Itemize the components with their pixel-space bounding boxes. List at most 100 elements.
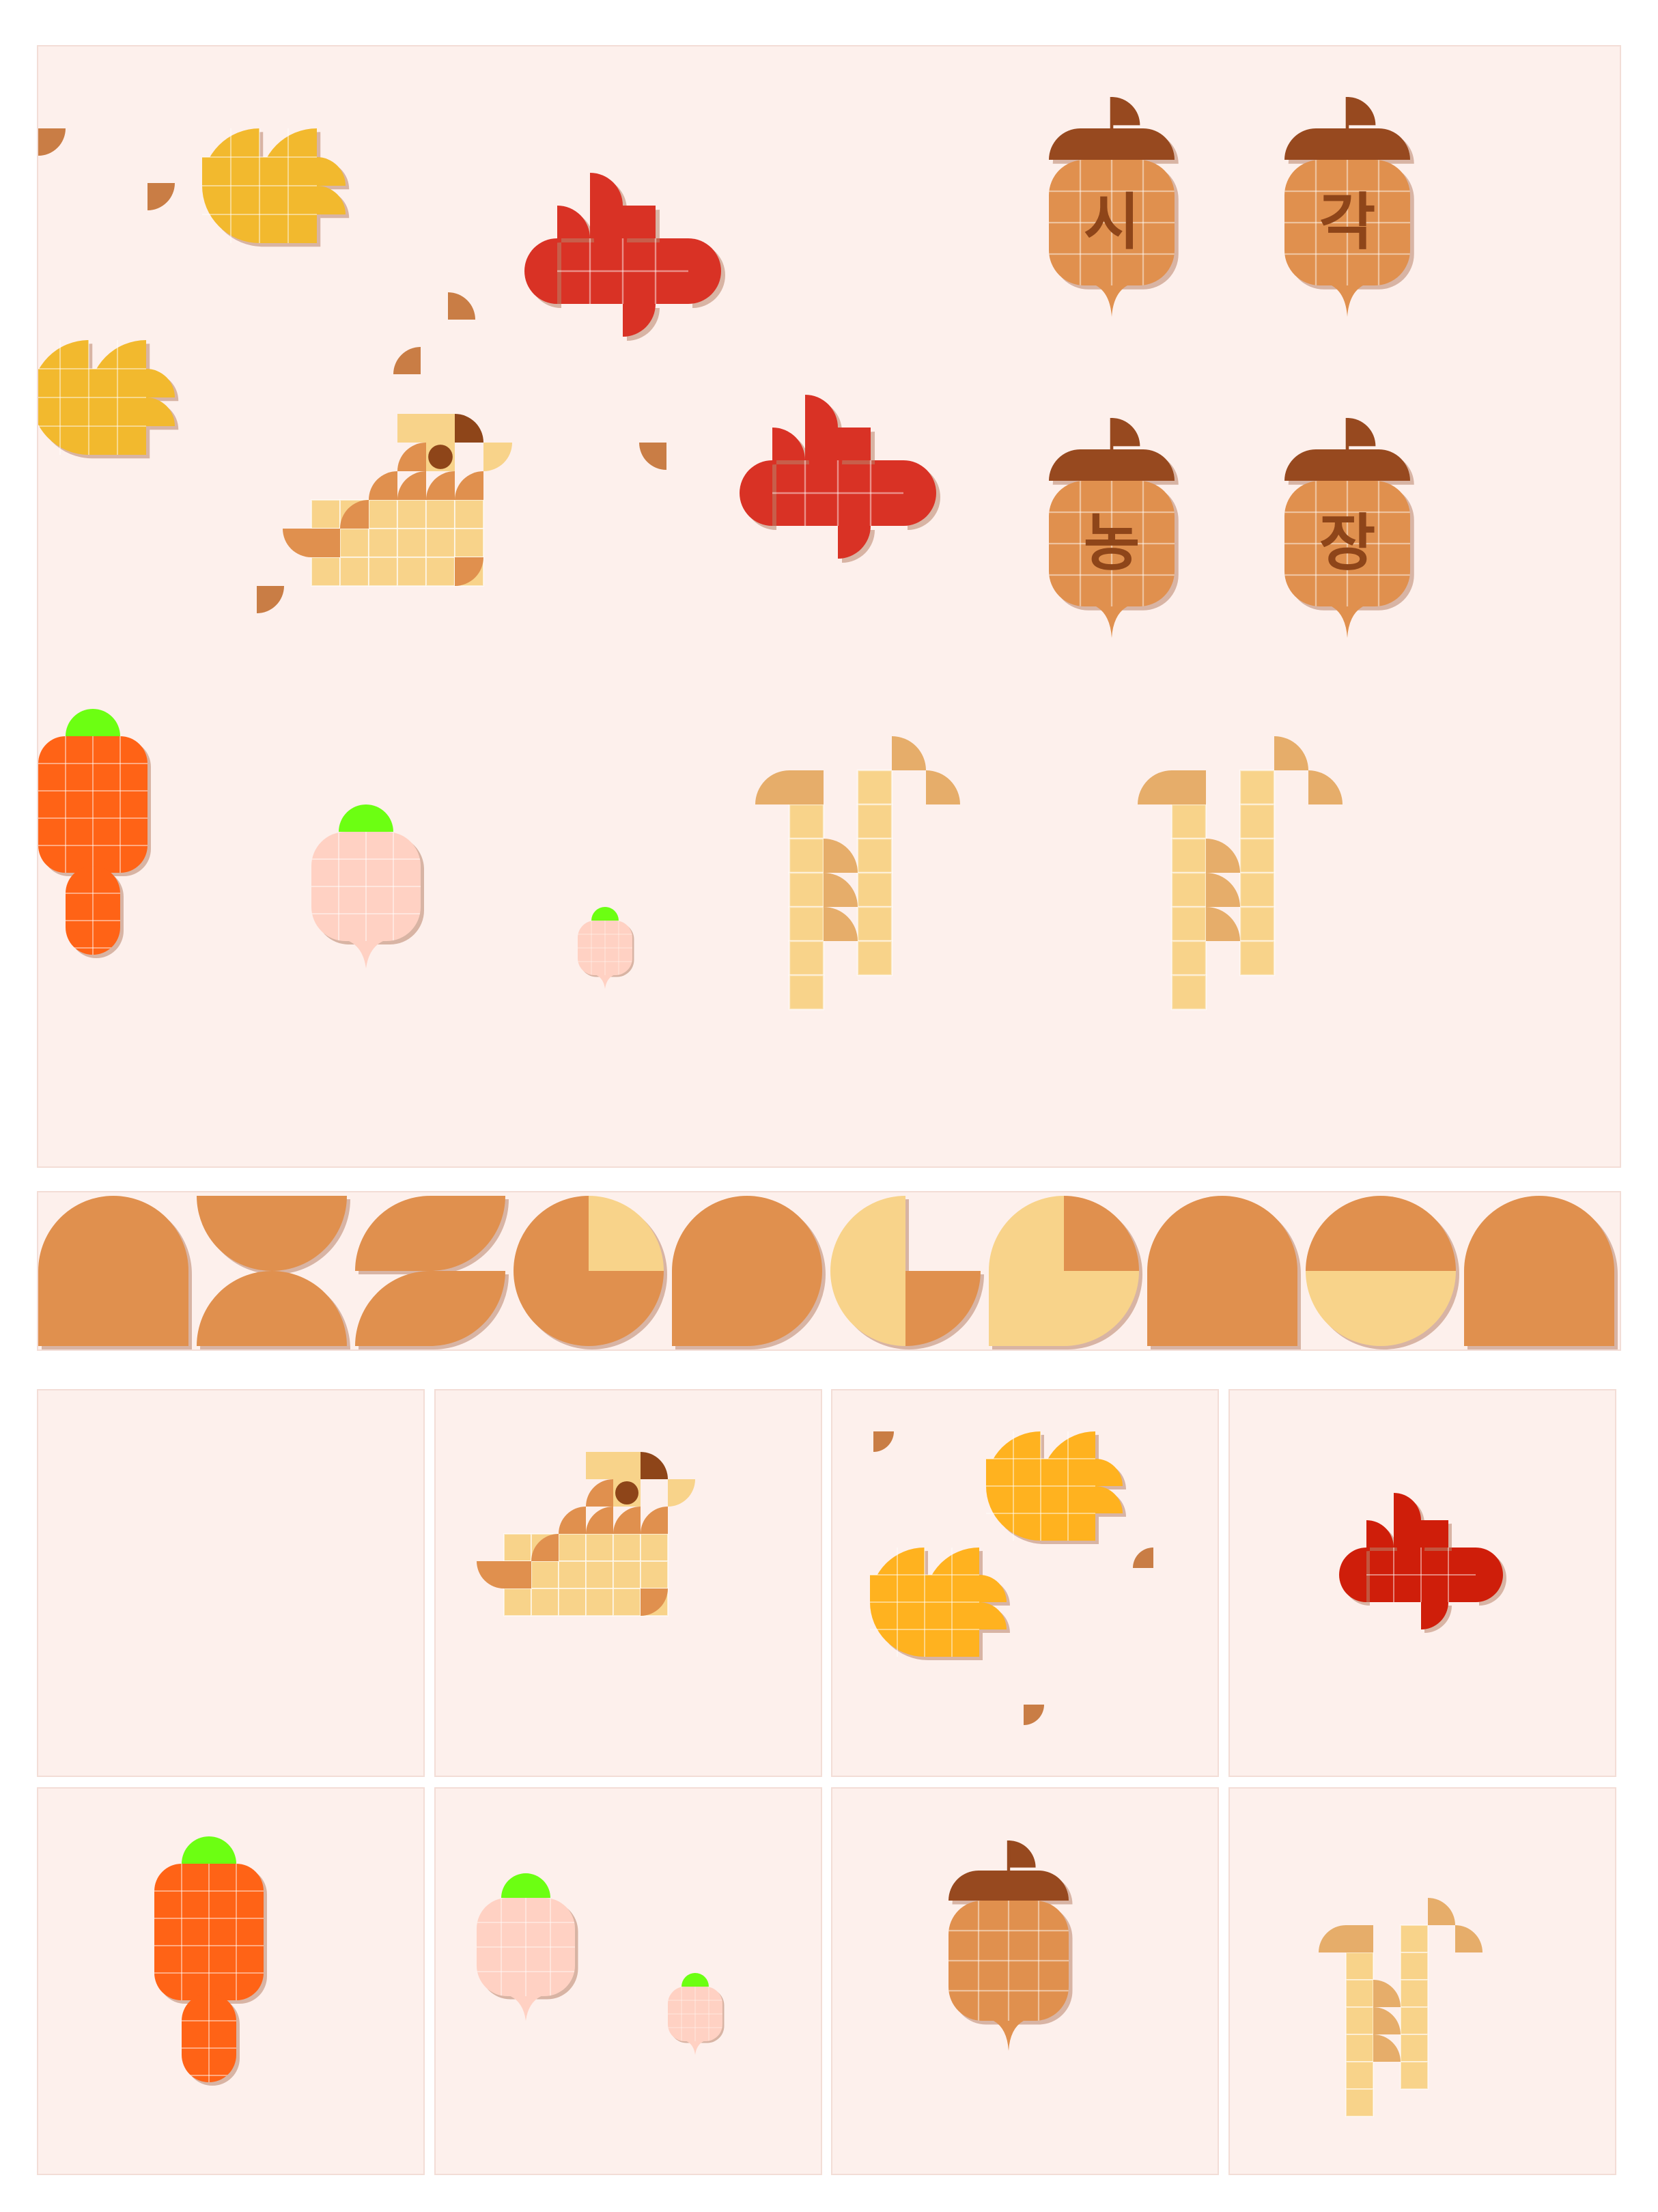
curl: [257, 586, 284, 613]
maple-lobe: [557, 206, 590, 238]
maple-side: [1339, 1575, 1366, 1602]
leaf-tip: [317, 186, 346, 214]
maple-side: [903, 460, 936, 493]
bird-eye: [428, 445, 453, 469]
letter-piece: [430, 1271, 505, 1346]
acorn: 각: [1284, 97, 1414, 317]
acorn-cap: [1049, 449, 1175, 481]
acorn-cap: [1284, 449, 1410, 481]
curl: [393, 347, 421, 374]
tile-acorn: [831, 1787, 1219, 2175]
acorn: 장: [1284, 418, 1414, 638]
maple-side: [740, 460, 772, 493]
acorn: [949, 1840, 1073, 2051]
carrot-icon: [154, 1836, 267, 2086]
letter-glyph: [989, 1196, 1142, 1349]
tile-wheat: [1228, 1787, 1616, 2175]
leaf-tip: [317, 157, 346, 186]
maple-side: [524, 238, 557, 271]
maple-leaf-icon: [1339, 1493, 1506, 1633]
bird-eye: [615, 1481, 638, 1504]
radish-large: [311, 804, 424, 968]
letter-piece: [905, 1271, 981, 1346]
letter-glyph: [514, 1196, 667, 1349]
letter-piece: [113, 1196, 188, 1346]
maple-stem: [838, 526, 871, 559]
letter-piece: [430, 1196, 505, 1271]
poster-panel: 시 각농 장: [37, 45, 1621, 1168]
letter-piece: [589, 1271, 664, 1346]
acorn: 농: [1049, 418, 1179, 638]
letter-piece: [1306, 1271, 1381, 1346]
leaf-tip: [979, 1602, 1007, 1629]
acorn-label: 각: [1319, 187, 1376, 258]
leaf-tip: [146, 397, 175, 426]
maple-leaf: [740, 395, 940, 563]
yellow-leaf-icon: [870, 1431, 1153, 1725]
letter-piece: [38, 1196, 113, 1346]
radish-small: [578, 907, 634, 989]
acorn-cap: [1049, 128, 1175, 160]
letter-glyph: [1306, 1196, 1459, 1349]
letter-glyph: [355, 1196, 509, 1349]
wheat-icon: [1319, 1898, 1483, 2117]
maple-side: [1339, 1548, 1366, 1575]
yellow-leaf: [986, 1431, 1126, 1544]
letter-piece: [989, 1196, 1064, 1346]
letter-piece: [355, 1196, 430, 1271]
tile-yellow-leaves: [831, 1389, 1219, 1777]
wheat: [1138, 736, 1343, 1011]
bird: [477, 1452, 695, 1616]
tile-carrot: [37, 1787, 425, 2175]
yellow-leaf: [870, 1548, 1010, 1660]
maple-side: [524, 271, 557, 304]
letter-piece: [1222, 1196, 1297, 1346]
maple-top: [805, 395, 838, 428]
letter-piece: [1464, 1196, 1539, 1346]
tile-bird: [434, 1389, 822, 1777]
letter-piece: [272, 1196, 347, 1271]
letter-piece: [1381, 1271, 1456, 1346]
maple-side: [740, 493, 772, 526]
maple-lobe: [1366, 1520, 1394, 1548]
bird-icon: [477, 1452, 695, 1616]
letter-glyph: [197, 1196, 350, 1349]
maple-side: [1476, 1575, 1503, 1602]
letter-piece: [197, 1196, 272, 1271]
maple-side: [688, 271, 721, 304]
tile-maple: [1228, 1389, 1616, 1777]
maple-side: [688, 238, 721, 271]
radish-icon: [477, 1873, 725, 2055]
letter-piece: [589, 1196, 664, 1271]
maple-leaf: [524, 173, 725, 341]
letter-piece: [672, 1196, 747, 1346]
radish-large: [477, 1873, 578, 2021]
letter-strip: [37, 1191, 1621, 1351]
maple-top: [590, 173, 623, 206]
tile-empty: [37, 1389, 425, 1777]
acorn-cap: [949, 1871, 1069, 1901]
acorn-icon: [949, 1840, 1073, 2051]
radish-small: [668, 1973, 725, 2055]
letter-piece: [1306, 1196, 1381, 1271]
letter-piece: [830, 1196, 905, 1271]
letter-piece: [514, 1271, 589, 1346]
maple-leaf: [1339, 1493, 1506, 1633]
letter-glyph: [1464, 1196, 1618, 1349]
curl: [448, 292, 475, 320]
acorn-label: 장: [1319, 508, 1376, 579]
letter-piece: [1147, 1196, 1222, 1346]
maple-top: [1394, 1493, 1421, 1520]
leaf-tip: [146, 369, 175, 397]
maple-side: [903, 493, 936, 526]
leaf-tip: [1095, 1486, 1123, 1513]
curl: [147, 183, 175, 210]
maple-stem: [623, 304, 656, 337]
curl: [639, 443, 666, 470]
leaf-tip: [979, 1575, 1007, 1602]
tile-radish: [434, 1787, 822, 2175]
letter-piece: [830, 1271, 905, 1346]
letter-glyph: [672, 1196, 826, 1349]
letter-glyph: [38, 1196, 192, 1349]
letter-piece: [747, 1271, 822, 1346]
